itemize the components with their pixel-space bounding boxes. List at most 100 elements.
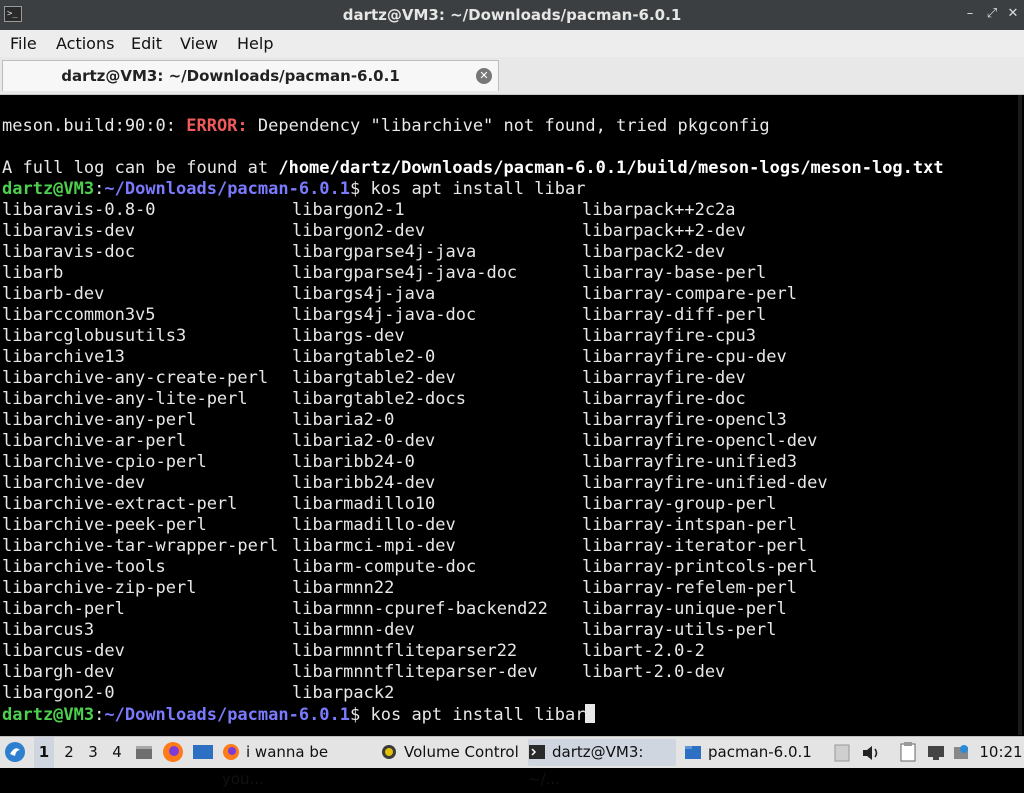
completion-item: libarchive-peek-perl bbox=[2, 515, 207, 535]
completion-item: libarrayfire-opencl-dev bbox=[582, 431, 818, 451]
completion-item: libarrayfire-cpu3 bbox=[582, 326, 756, 346]
minimize-icon[interactable]: – bbox=[962, 6, 978, 22]
completion-item: libarmnntfliteparser22 bbox=[292, 641, 518, 661]
completion-item: libargon2-dev bbox=[292, 221, 426, 241]
completion-item: libaribb24-dev bbox=[292, 473, 436, 493]
taskbar: 1 2 3 4 i wanna be you... Volume Control… bbox=[0, 736, 1024, 788]
completion-item: libarchive-any-perl bbox=[2, 410, 197, 430]
completion-item: libarmadillo-dev bbox=[292, 515, 456, 535]
firefox-launcher-icon[interactable] bbox=[162, 737, 186, 768]
clock[interactable]: 10:21 bbox=[978, 737, 1024, 768]
prompt-user: dartz@VM3 bbox=[2, 179, 95, 199]
update-notifier-icon[interactable] bbox=[952, 737, 972, 768]
completion-item: libargh-dev bbox=[2, 662, 115, 682]
completion-item: libarray-base-perl bbox=[582, 263, 767, 283]
prompt-command: kos apt install libar bbox=[370, 179, 586, 199]
menu-file[interactable]: File bbox=[10, 30, 37, 57]
workspace-2[interactable]: 2 bbox=[60, 737, 78, 768]
completion-item: libart-2.0-2 bbox=[582, 641, 705, 661]
completion-item: libarrayfire-unified-dev bbox=[582, 473, 828, 493]
task-file-manager[interactable]: pacman-6.0.1 bbox=[684, 739, 824, 766]
volume-control-icon bbox=[382, 745, 396, 759]
completion-item: libargon2-1 bbox=[292, 200, 405, 220]
completion-item: libarray-utils-perl bbox=[582, 620, 777, 640]
completion-item: libarchive-any-lite-perl bbox=[2, 389, 248, 409]
completion-item: libarchive-any-create-perl bbox=[2, 368, 269, 388]
tab-close-icon[interactable]: ✕ bbox=[476, 68, 492, 84]
completion-item: libargon2-0 bbox=[2, 683, 115, 703]
completion-item: libarrayfire-opencl3 bbox=[582, 410, 787, 430]
completion-item: libarmnntfliteparser-dev bbox=[292, 662, 538, 682]
prompt-dollar: $ bbox=[350, 179, 371, 199]
folder-icon bbox=[685, 746, 701, 759]
task-volume-control[interactable]: Volume Control bbox=[380, 739, 520, 766]
completion-item: libarpack2 bbox=[292, 683, 395, 703]
completion-item: libarrayfire-dev bbox=[582, 368, 746, 388]
completion-column-3: libarpack++2c2a libarpack++2-dev libarpack… bbox=[582, 200, 828, 683]
menu-bar: File Actions Edit View Help bbox=[0, 30, 1024, 57]
menu-actions[interactable]: Actions bbox=[56, 30, 114, 57]
completion-item: libargtable2-dev bbox=[292, 368, 456, 388]
terminal-tab-label: dartz@VM3: ~/Downloads/pacman-6.0.1 bbox=[61, 67, 400, 85]
prompt-path: ~/Downloads/pacman-6.0.1 bbox=[104, 705, 351, 725]
workspace-4[interactable]: 4 bbox=[108, 737, 126, 768]
prompt-line-current[interactable]: dartz@VM3:~/Downloads/pacman-6.0.1$ kos … bbox=[2, 704, 596, 725]
volume-icon[interactable] bbox=[860, 737, 884, 768]
prompt-separator: : bbox=[94, 179, 105, 199]
network-icon[interactable] bbox=[926, 737, 948, 768]
completion-item: libarrayfire-cpu-dev bbox=[582, 347, 787, 367]
completion-item: libarchive-extract-perl bbox=[2, 494, 238, 514]
workspace-1[interactable]: 1 bbox=[34, 737, 54, 768]
log-path: /home/dartz/Downloads/pacman-6.0.1/build… bbox=[278, 158, 944, 178]
completion-item: libarcus3 bbox=[2, 620, 95, 640]
completion-item: libarray-refelem-perl bbox=[582, 578, 797, 598]
error-prefix: meson.build:90:0: bbox=[2, 116, 187, 136]
completion-item: libarray-intspan-perl bbox=[582, 515, 797, 535]
completion-item: libarchive-ar-perl bbox=[2, 431, 187, 451]
error-line: meson.build:90:0: ERROR: Dependency "lib… bbox=[2, 116, 770, 137]
prompt-dollar: $ bbox=[350, 705, 371, 725]
completion-item: libarray-diff-perl bbox=[582, 305, 767, 325]
completion-item: libarb-dev bbox=[2, 284, 105, 304]
error-tag: ERROR: bbox=[186, 116, 248, 136]
task-firefox[interactable]: i wanna be you... bbox=[222, 739, 372, 788]
completion-item: libargs4j-java bbox=[292, 284, 436, 304]
completion-item: libarpack2-dev bbox=[582, 242, 726, 262]
terminal-output[interactable]: meson.build:90:0: ERROR: Dependency "lib… bbox=[2, 95, 1022, 735]
menu-help[interactable]: Help bbox=[237, 30, 273, 57]
terminal-scrollbar[interactable] bbox=[1018, 95, 1022, 735]
start-menu-icon[interactable] bbox=[4, 737, 28, 768]
workspace-3[interactable]: 3 bbox=[84, 737, 102, 768]
completion-item: libaravis-doc bbox=[2, 242, 136, 262]
file-manager-launcher-icon[interactable] bbox=[134, 737, 156, 768]
terminal-tab[interactable]: dartz@VM3: ~/Downloads/pacman-6.0.1 ✕ bbox=[2, 60, 499, 91]
completion-item: libarmci-mpi-dev bbox=[292, 536, 456, 556]
completion-column-1: libaravis-0.8-0 libaravis-dev libaravis-do… bbox=[2, 200, 278, 704]
task-terminal[interactable]: dartz@VM3: ~/... bbox=[528, 739, 676, 788]
terminal-icon bbox=[529, 745, 545, 759]
completion-item: libargparse4j-java-doc bbox=[292, 263, 518, 283]
log-line: A full log can be found at /home/dartz/D… bbox=[2, 158, 944, 179]
show-desktop-icon[interactable] bbox=[192, 737, 216, 768]
completion-item: libarcglobusutils3 bbox=[2, 326, 187, 346]
completion-item: libarcus-dev bbox=[2, 641, 125, 661]
menu-view[interactable]: View bbox=[180, 30, 218, 57]
completion-item: libarchive-tools bbox=[2, 557, 166, 577]
maximize-icon[interactable]: ⤢ bbox=[984, 6, 1000, 22]
clipboard-icon[interactable] bbox=[898, 737, 920, 768]
log-prefix: A full log can be found at bbox=[2, 158, 279, 178]
text-cursor bbox=[585, 704, 596, 723]
menu-edit[interactable]: Edit bbox=[131, 30, 162, 57]
completion-item: libarrayfire-unified3 bbox=[582, 452, 797, 472]
completion-item: libarray-iterator-perl bbox=[582, 536, 808, 556]
window-titlebar[interactable]: >_ dartz@VM3: ~/Downloads/pacman-6.0.1 –… bbox=[0, 0, 1024, 30]
close-icon[interactable]: ✕ bbox=[1005, 6, 1021, 22]
task-volume-label: Volume Control bbox=[404, 743, 519, 761]
tab-bar: dartz@VM3: ~/Downloads/pacman-6.0.1 ✕ bbox=[0, 57, 1024, 95]
completion-item: libarmnn-cpuref-backend22 bbox=[292, 599, 548, 619]
tray-scroll-icon[interactable] bbox=[834, 737, 854, 768]
completion-item: libarray-compare-perl bbox=[582, 284, 797, 304]
error-message: Dependency "libarchive" not found, tried… bbox=[247, 116, 770, 136]
completion-item: libarccommon3v5 bbox=[2, 305, 156, 325]
completion-item: libarray-unique-perl bbox=[582, 599, 787, 619]
